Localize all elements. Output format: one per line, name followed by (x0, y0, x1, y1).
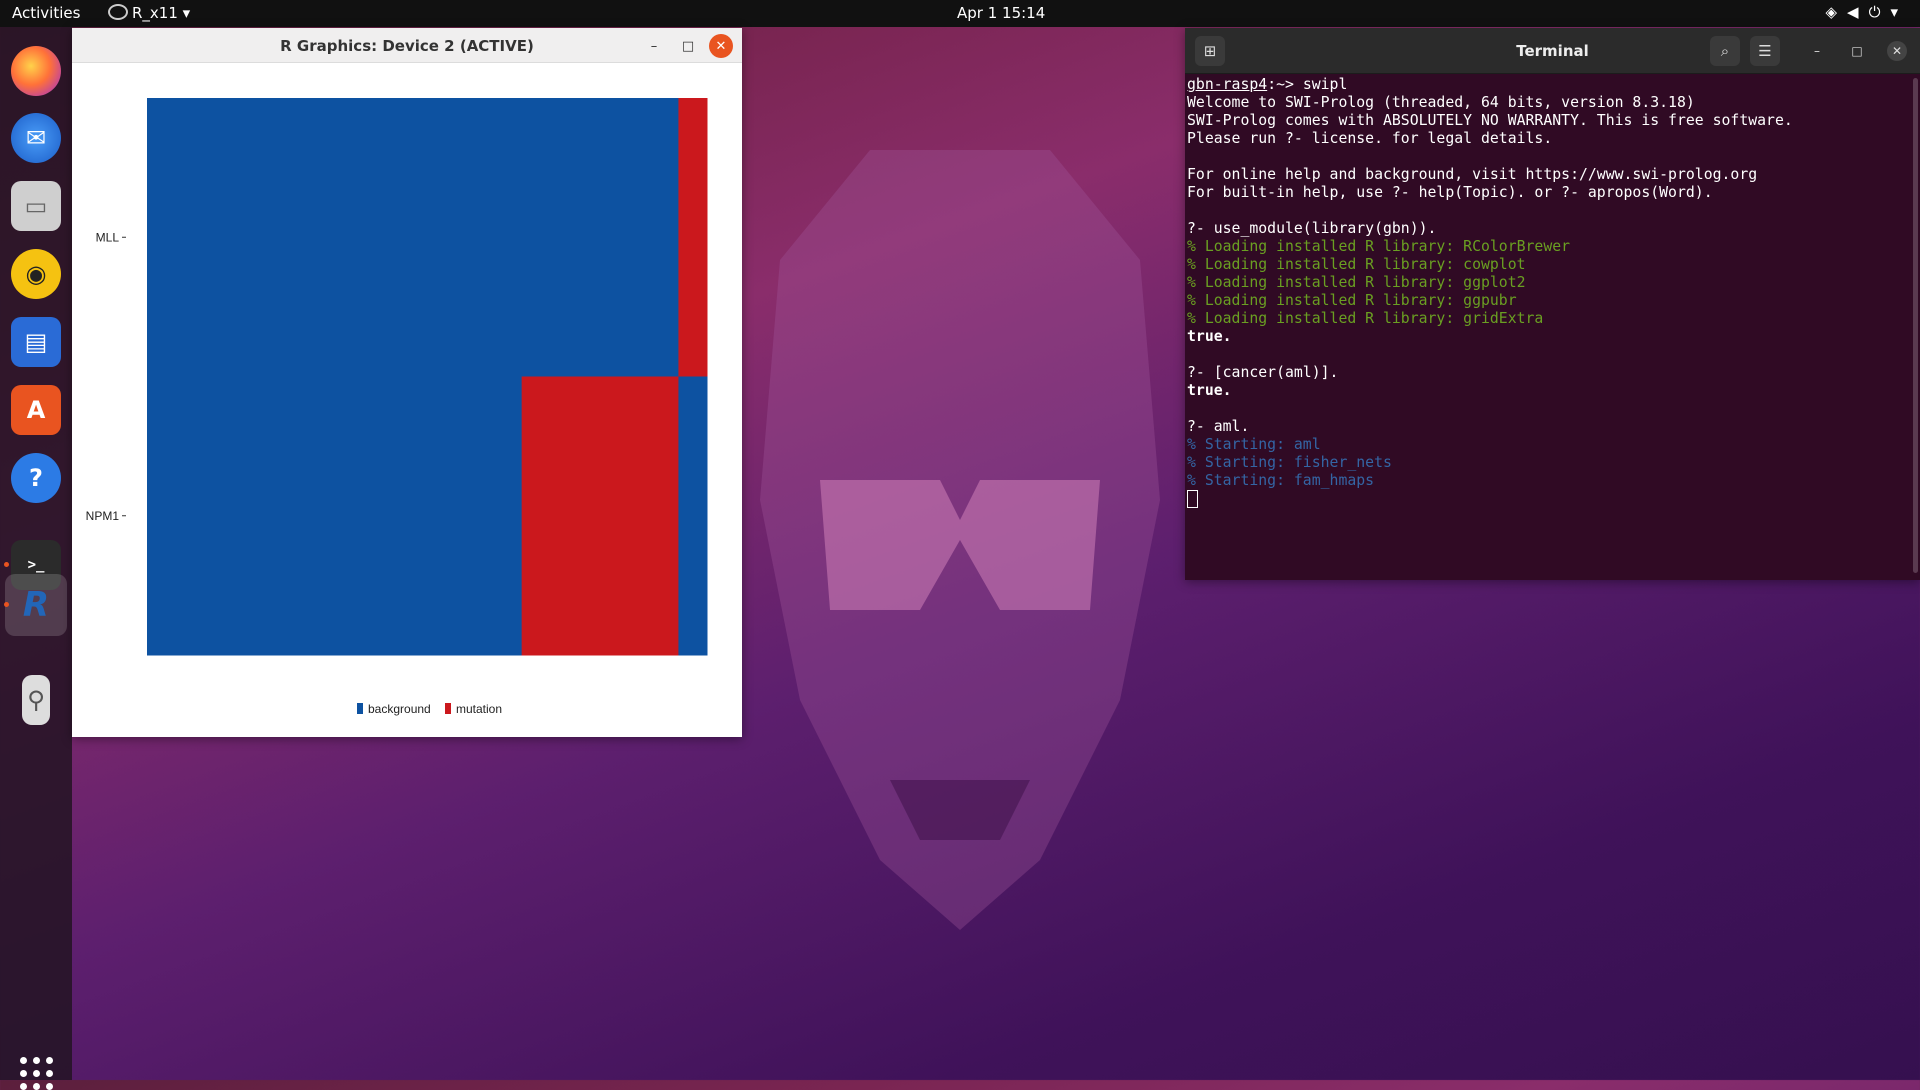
usb-icon[interactable]: ⚲ (22, 675, 50, 725)
row-label: NPM1 (86, 509, 120, 523)
terminal-text: Welcome to SWI-Prolog (threaded, 64 bits… (1187, 94, 1695, 111)
heatmap-cell-NPM1-background (678, 376, 708, 656)
terminal-text: true. (1187, 328, 1232, 345)
running-indicator (4, 602, 9, 607)
terminal-text: % Loading installed R library: ggplot2 (1187, 274, 1526, 291)
terminal-text: ?- use_module(library(gbn)). (1187, 220, 1437, 237)
rhythmbox-icon[interactable]: ◉ (11, 249, 61, 299)
software-icon[interactable]: A (11, 385, 61, 435)
search-icon[interactable]: ⌕ (1710, 36, 1740, 66)
close-button[interactable]: ✕ (1887, 41, 1907, 61)
app-menu[interactable]: R_x11 ▾ (108, 4, 190, 22)
terminal-text: % Loading installed R library: cowplot (1187, 256, 1526, 273)
terminal-text: Please run ?- license. for legal details… (1187, 130, 1553, 147)
legend-label-background: background (368, 702, 431, 716)
terminal-line: % Loading installed R library: cowplot (1187, 256, 1793, 274)
heatmap-cell-MLL-mutation (678, 98, 708, 377)
legend-swatch-background (357, 703, 363, 714)
terminal-line: % Loading installed R library: RColorBre… (1187, 238, 1793, 256)
terminal-line: % Starting: fam_hmaps (1187, 472, 1793, 490)
show-apps-icon[interactable] (20, 1057, 53, 1090)
dock: ✉ ▭ ◉ ▤ A ? >_ R ⚲ (0, 27, 72, 1090)
r-icon[interactable]: R (5, 574, 67, 636)
terminal-line: For built-in help, use ?- help(Topic). o… (1187, 184, 1793, 202)
heatmap-cell-MLL-background (147, 98, 679, 377)
terminal-text: ?- [cancer(aml)]. (1187, 364, 1339, 381)
firefox-icon[interactable] (11, 46, 61, 96)
close-button[interactable]: ✕ (709, 34, 733, 58)
terminal-cursor (1187, 490, 1198, 508)
terminal-line: For online help and background, visit ht… (1187, 166, 1793, 184)
terminal-text: true. (1187, 382, 1232, 399)
files-icon[interactable]: ▭ (11, 181, 61, 231)
terminal-line: true. (1187, 328, 1793, 346)
wifi-icon: ◈ (1825, 3, 1848, 21)
power-icon: ⏻ (1868, 3, 1891, 21)
terminal-text: % Starting: fisher_nets (1187, 454, 1392, 471)
terminal-line: Welcome to SWI-Prolog (threaded, 64 bits… (1187, 94, 1793, 112)
system-tray[interactable]: ◈◀⏻▾ (1826, 3, 1909, 21)
maximize-button[interactable]: □ (676, 34, 700, 58)
terminal-text: For built-in help, use ?- help(Topic). o… (1187, 184, 1713, 201)
terminal-line: gbn-rasp4:~> swipl (1187, 76, 1793, 94)
r-app-icon (108, 4, 128, 20)
terminal-text: gbn-rasp4 (1187, 76, 1268, 93)
row-label: MLL (96, 230, 120, 244)
terminal-text: ?- aml. (1187, 418, 1250, 435)
top-bar: Activities R_x11 ▾ Apr 1 15:14 ◈◀⏻▾ (0, 0, 1920, 27)
terminal-text: :~> swipl (1267, 76, 1348, 93)
terminal-window: ⊞ Terminal ⌕ ☰ – □ ✕ gbn-rasp4:~> swipl W… (1185, 28, 1920, 580)
terminal-line: Please run ?- license. for legal details… (1187, 130, 1793, 148)
terminal-text: For online help and background, visit ht… (1187, 166, 1758, 183)
heatmap-cell-NPM1-mutation (521, 376, 679, 656)
running-indicator (4, 562, 9, 567)
r-window-titlebar[interactable]: R Graphics: Device 2 (ACTIVE) – □ ✕ (72, 28, 742, 63)
minimize-button[interactable]: – (642, 34, 666, 58)
terminal-line: % Starting: aml (1187, 436, 1793, 454)
terminal-line: true. (1187, 382, 1793, 400)
volume-icon: ◀ (1847, 3, 1869, 21)
terminal-line: % Loading installed R library: ggplot2 (1187, 274, 1793, 292)
thunderbird-icon[interactable]: ✉ (11, 113, 61, 163)
heatmap-cell-NPM1-background (147, 376, 523, 656)
terminal-text: % Loading installed R library: ggpubr (1187, 292, 1517, 309)
terminal-text: SWI-Prolog comes with ABSOLUTELY NO WARR… (1187, 112, 1793, 129)
heatmap-plot: MLL NPM1 background mutation (86, 98, 708, 716)
terminal-scrollbar[interactable] (1913, 78, 1918, 573)
help-icon[interactable]: ? (11, 453, 61, 503)
maximize-button[interactable]: □ (1847, 41, 1867, 61)
terminal-text: % Starting: fam_hmaps (1187, 472, 1375, 489)
r-graphics-window: R Graphics: Device 2 (ACTIVE) – □ ✕ MLL N… (72, 28, 742, 737)
legend-label-mutation: mutation (456, 702, 502, 716)
terminal-titlebar[interactable]: ⊞ Terminal ⌕ ☰ – □ ✕ (1185, 28, 1920, 74)
terminal-text: % Loading installed R library: gridExtra (1187, 310, 1544, 327)
terminal-line: SWI-Prolog comes with ABSOLUTELY NO WARR… (1187, 112, 1793, 130)
terminal-output[interactable]: gbn-rasp4:~> swipl Welcome to SWI-Prolog … (1187, 76, 1793, 510)
activities-button[interactable]: Activities (12, 4, 80, 22)
wallpaper-gorilla (760, 150, 1160, 930)
terminal-line: % Loading installed R library: gridExtra (1187, 310, 1793, 328)
terminal-line: % Loading installed R library: ggpubr (1187, 292, 1793, 310)
terminal-line: % Starting: fisher_nets (1187, 454, 1793, 472)
minimize-button[interactable]: – (1807, 41, 1827, 61)
legend-swatch-mutation (445, 703, 451, 714)
terminal-line: ?- use_module(library(gbn)). (1187, 220, 1793, 238)
clock[interactable]: Apr 1 15:14 (957, 4, 1045, 22)
terminal-text: % Loading installed R library: RColorBre… (1187, 238, 1571, 255)
terminal-line: ?- aml. (1187, 418, 1793, 436)
app-menu-label: R_x11 (132, 4, 178, 22)
terminal-text: % Starting: aml (1187, 436, 1321, 453)
writer-icon[interactable]: ▤ (11, 317, 61, 367)
menu-icon[interactable]: ☰ (1750, 36, 1780, 66)
terminal-line: ?- [cancer(aml)]. (1187, 364, 1793, 382)
